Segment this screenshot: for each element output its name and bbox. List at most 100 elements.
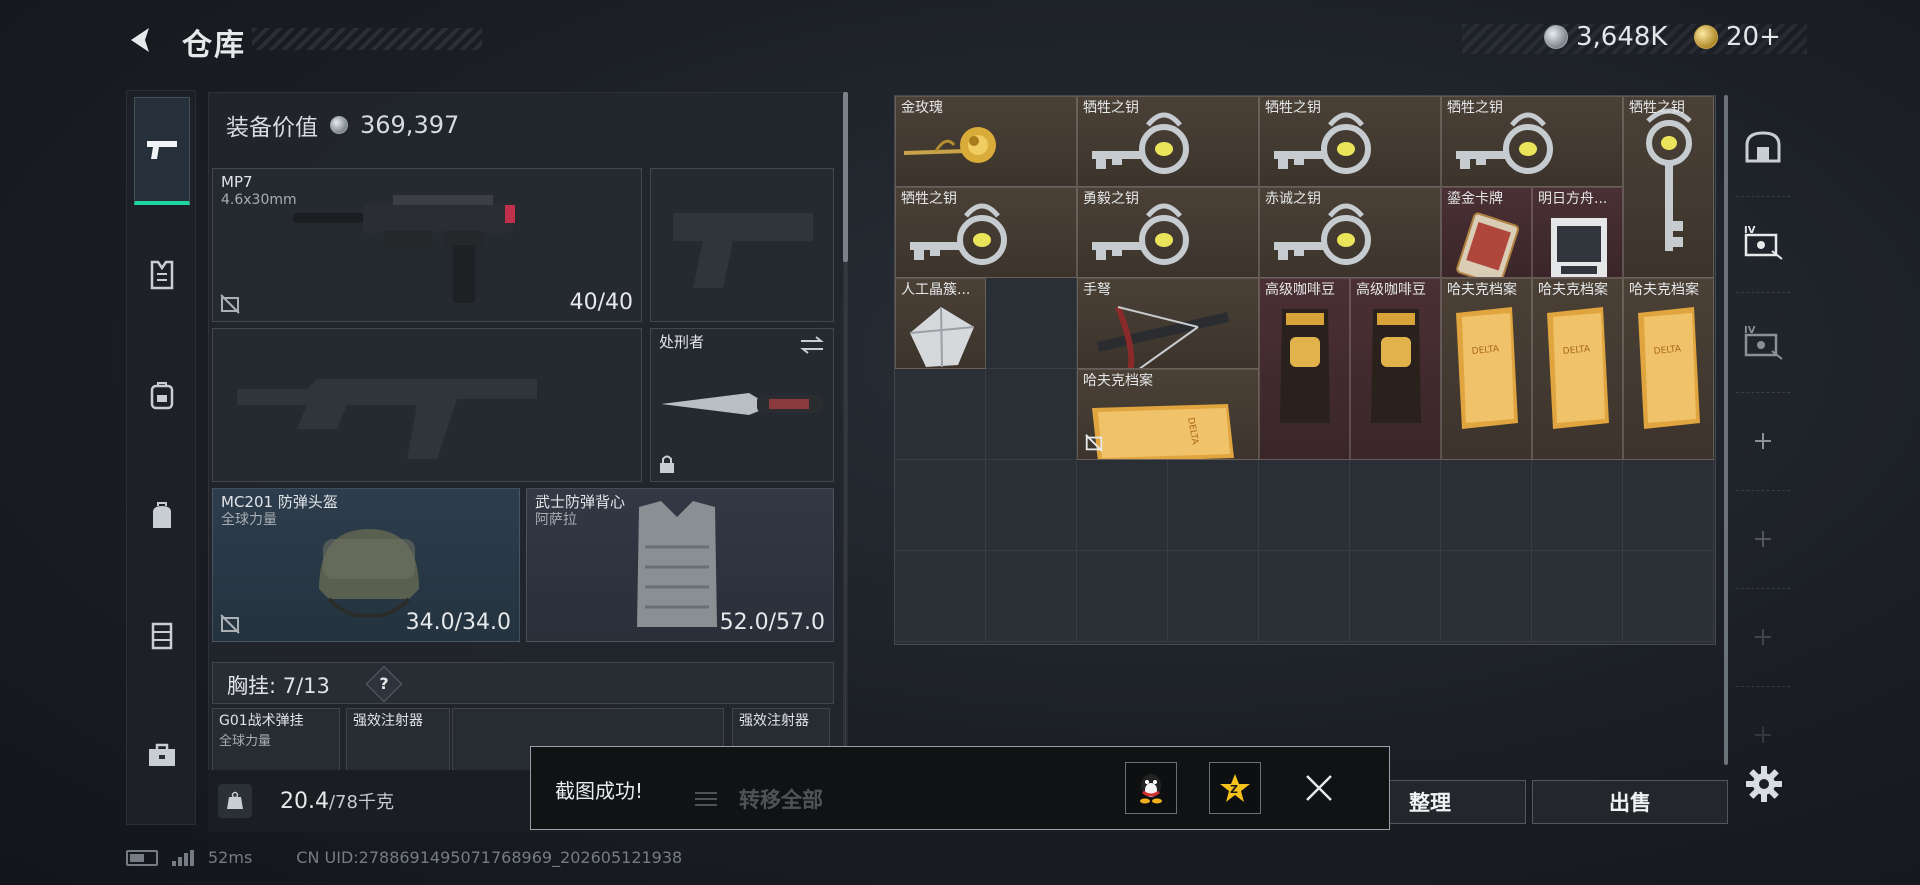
nav-backpack[interactable] <box>134 341 190 449</box>
storage-cell[interactable] <box>1077 460 1168 551</box>
storage-item[interactable]: 高级咖啡豆 <box>1259 278 1350 460</box>
page-title: 仓库 <box>182 28 246 63</box>
storage-cell[interactable] <box>1441 460 1532 551</box>
nav-armor[interactable] <box>134 221 190 329</box>
storage-item[interactable]: 赤诚之钥 <box>1259 187 1441 278</box>
storage-item[interactable]: 牺牲之钥 <box>1077 96 1259 187</box>
storage-cell[interactable] <box>986 369 1077 460</box>
storage-cell[interactable] <box>1168 551 1259 642</box>
add-storage-tab[interactable] <box>1738 416 1788 466</box>
storage-cell[interactable] <box>895 551 986 642</box>
storage-cell[interactable] <box>1623 551 1714 642</box>
back-button[interactable] <box>124 22 160 58</box>
equipment-scrollbar[interactable] <box>843 92 848 262</box>
storage-item[interactable]: 牺牲之钥 <box>1441 96 1623 187</box>
weight-max: /78千克 <box>328 792 394 813</box>
storage-cell[interactable] <box>1077 551 1168 642</box>
storage-item[interactable]: 哈夫克档案 DELTA <box>1623 278 1714 460</box>
item-name: 哈夫克档案 <box>1083 373 1153 389</box>
storage-item[interactable]: 人工晶簇... <box>895 278 986 369</box>
back-arrow-icon <box>131 28 149 52</box>
tab-divider <box>1736 686 1790 687</box>
storage-cell[interactable] <box>986 551 1077 642</box>
share-qq-button[interactable] <box>1125 762 1177 814</box>
weapon-ammo: 4.6x30mm <box>221 192 297 208</box>
close-toast-button[interactable] <box>1293 762 1345 814</box>
nav-bag[interactable] <box>134 461 190 569</box>
storage-cell[interactable] <box>1259 460 1350 551</box>
silver-coin-icon <box>330 116 348 134</box>
pistol-slot[interactable] <box>650 168 834 322</box>
storage-cell[interactable] <box>1441 551 1532 642</box>
helmet-durability: 34.0/34.0 <box>405 610 511 635</box>
storage-item[interactable]: 鎏金卡牌 <box>1441 187 1532 278</box>
currency-gold[interactable]: 20+ <box>1694 22 1781 52</box>
vest-name: 武士防弹背心 <box>535 493 626 511</box>
storage-cell[interactable] <box>1168 460 1259 551</box>
storage-item[interactable]: 哈夫克档案 DELTA <box>1077 369 1259 460</box>
nav-case[interactable] <box>134 701 190 809</box>
help-button[interactable]: ? <box>365 665 403 703</box>
storage-tab-4b[interactable]: IV <box>1738 316 1788 366</box>
category-nav <box>126 90 196 825</box>
folder-icon: DELTA <box>1092 404 1234 459</box>
key-icon <box>1092 203 1189 265</box>
settings-gear-icon[interactable] <box>1744 764 1784 804</box>
secondary-weapon-slot[interactable] <box>212 328 642 482</box>
storage-cell[interactable] <box>1259 551 1350 642</box>
storage-item[interactable]: 牺牲之钥 <box>1259 96 1441 187</box>
storage-cell[interactable] <box>1532 460 1623 551</box>
weight-icon <box>218 784 252 818</box>
storage-cell[interactable] <box>1350 460 1441 551</box>
storage-item[interactable]: 金玫瑰 <box>895 96 1077 187</box>
melee-slot[interactable]: 处刑者 <box>650 328 834 482</box>
storage-cell[interactable] <box>1532 551 1623 642</box>
ping-value: 52ms <box>208 848 253 867</box>
primary-weapon-slot[interactable]: MP7 4.6x30mm 40/40 <box>212 168 642 322</box>
storage-item[interactable]: 牺牲之钥 <box>1623 96 1714 278</box>
equipment-value: 装备价值 369,397 <box>226 108 459 142</box>
qzone-star-icon: Z <box>1220 774 1250 802</box>
storage-cell[interactable] <box>986 278 1077 369</box>
storage-item[interactable]: 明日方舟... <box>1532 187 1623 278</box>
weight-value: 20.4/78千克 <box>280 788 394 814</box>
storage-cell[interactable] <box>895 369 986 460</box>
currency-silver[interactable]: 3,648K <box>1544 22 1667 52</box>
coffee-icon <box>1280 309 1330 423</box>
transfer-all-button[interactable]: 转移全部 <box>693 779 943 819</box>
nav-chest-rig[interactable] <box>134 581 190 689</box>
add-storage-tab[interactable] <box>1738 514 1788 564</box>
title-stripe <box>252 28 482 50</box>
status-bar: 52ms CN UID:2788691495071768969_20260512… <box>126 848 682 867</box>
svg-text:Z: Z <box>1230 783 1238 796</box>
item-name: 高级咖啡豆 <box>1356 282 1426 298</box>
storage-tab-4a[interactable]: IV <box>1738 216 1788 266</box>
storage-cell[interactable] <box>1350 551 1441 642</box>
add-storage-tab[interactable] <box>1738 612 1788 662</box>
storage-item[interactable]: 牺牲之钥 <box>895 187 1077 278</box>
item-name: 牺牲之钥 <box>1447 100 1503 116</box>
storage-item[interactable]: 手弩 <box>1077 278 1259 369</box>
vest-slot[interactable]: 武士防弹背心 阿萨拉 52.0/57.0 <box>526 488 834 642</box>
storage-cell[interactable] <box>895 460 986 551</box>
storage-cell[interactable] <box>986 460 1077 551</box>
helmet-slot[interactable]: MC201 防弹头盔 全球力量 34.0/34.0 <box>212 488 520 642</box>
storage-item[interactable]: 哈夫克档案 DELTA <box>1441 278 1532 460</box>
share-qzone-button[interactable]: Z <box>1209 762 1261 814</box>
rig-item-name: 强效注射器 <box>739 713 809 729</box>
storage-scrollbar[interactable] <box>1724 95 1728 765</box>
storage-item[interactable]: 高级咖啡豆 <box>1350 278 1441 460</box>
nav-firearms[interactable] <box>134 97 190 205</box>
equipment-value-amount: 369,397 <box>360 111 460 139</box>
storage-item[interactable]: 哈夫克档案 DELTA <box>1532 278 1623 460</box>
tab-divider <box>1736 392 1790 393</box>
key-icon <box>1274 203 1371 265</box>
sell-button[interactable]: 出售 <box>1532 780 1728 824</box>
swap-icon[interactable] <box>799 335 825 355</box>
add-storage-tab[interactable] <box>1738 710 1788 760</box>
storage-cell[interactable] <box>1623 460 1714 551</box>
currency-gold-value: 20+ <box>1726 22 1781 52</box>
storage-tab-main[interactable] <box>1738 122 1788 172</box>
storage-item[interactable]: 勇毅之钥 <box>1077 187 1259 278</box>
item-name: 牺牲之钥 <box>1083 100 1139 116</box>
